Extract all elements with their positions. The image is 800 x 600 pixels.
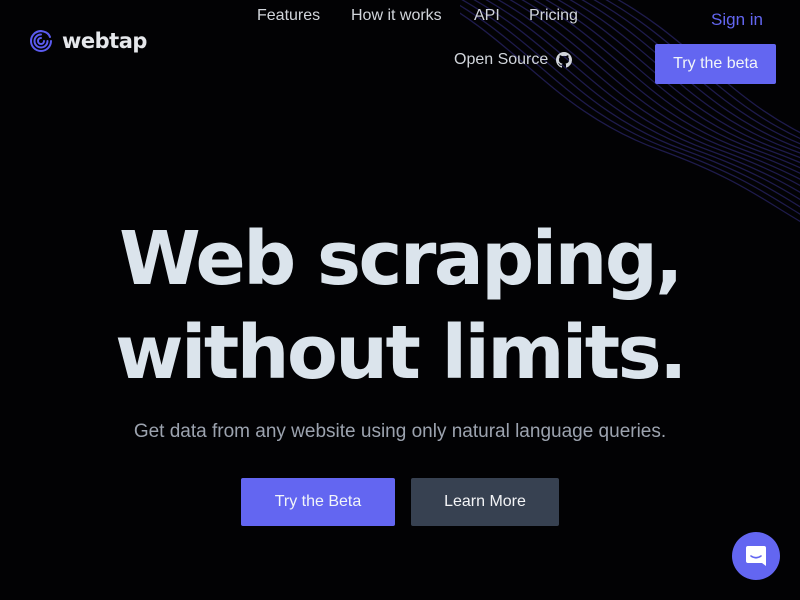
wave-line	[460, 12, 800, 223]
try-beta-button[interactable]: Try the Beta	[241, 478, 395, 526]
wave-line	[569, 0, 800, 154]
try-beta-nav-button[interactable]: Try the beta	[655, 44, 776, 84]
wave-line	[509, 0, 800, 180]
chat-bubble-icon	[746, 546, 766, 566]
logo[interactable]: webtap	[28, 28, 147, 54]
wave-line	[485, 0, 800, 193]
sign-in-link[interactable]: Sign in	[711, 10, 763, 30]
hero-title-line-1: Web scraping,	[119, 216, 683, 302]
nav-item-api[interactable]: API	[474, 7, 500, 25]
wave-line	[497, 0, 800, 187]
wave-line	[473, 0, 800, 201]
github-icon	[556, 52, 573, 68]
hero-title-line-2: without limits.	[115, 310, 687, 396]
nav-item-features[interactable]: Features	[257, 7, 320, 25]
chat-widget-button[interactable]	[732, 532, 780, 580]
nav-item-pricing[interactable]: Pricing	[529, 7, 578, 25]
hero-subtitle: Get data from any website using only nat…	[133, 421, 667, 442]
logo-icon	[30, 30, 52, 52]
wave-line	[593, 0, 800, 145]
nav-item-open-source[interactable]: Open Source	[454, 51, 573, 69]
hero-title: Web scraping, without limits.	[0, 212, 800, 400]
logo-text: webtap	[62, 29, 147, 53]
nav-item-how-it-works[interactable]: How it works	[351, 7, 442, 25]
wave-line	[605, 0, 800, 140]
wave-line	[581, 0, 800, 150]
wave-line	[545, 0, 800, 164]
decorative-waves	[460, 0, 800, 223]
wave-line	[460, 4, 800, 215]
wave-line	[461, 0, 800, 208]
wave-line	[557, 0, 800, 159]
open-source-label: Open Source	[454, 51, 549, 68]
learn-more-button[interactable]: Learn More	[411, 478, 559, 526]
wave-line	[617, 0, 800, 134]
wave-line	[521, 0, 800, 174]
wave-line	[533, 0, 800, 169]
